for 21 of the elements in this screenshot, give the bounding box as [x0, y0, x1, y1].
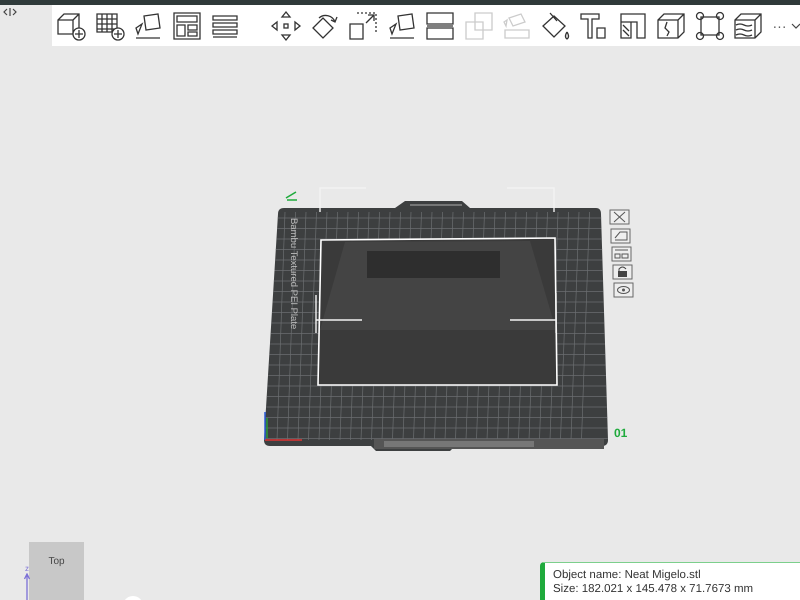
axis-label: z [25, 565, 29, 573]
cube-face-label[interactable]: Top [29, 556, 84, 567]
plate-label: Bambu Textured PEI Plate [288, 218, 299, 330]
brim-ears-icon[interactable] [694, 10, 726, 42]
axes-icon [264, 412, 302, 441]
cut-icon[interactable] [424, 10, 456, 42]
caret-icon [790, 22, 800, 28]
move-icon[interactable] [270, 10, 302, 42]
object-info-text: Object name: Neat Migelo.stl [553, 568, 702, 582]
arrange-icon[interactable] [170, 10, 202, 42]
plate-settings-icon[interactable] [612, 246, 632, 262]
panel-toggle-icon[interactable] [3, 7, 17, 17]
view-cube[interactable]: Top [29, 542, 84, 600]
eye-icon[interactable] [614, 282, 634, 298]
scale-icon[interactable] [347, 10, 379, 42]
lock-icon[interactable] [612, 264, 632, 280]
object-info-text: Size: 182.021 x 145.478 x 71.7673 mm [553, 582, 754, 596]
plate-number: 01 [614, 426, 628, 440]
close-icon[interactable] [610, 210, 630, 224]
more-tools-button[interactable]: ··· [772, 18, 800, 34]
arrange-plate-icon[interactable] [610, 228, 630, 244]
